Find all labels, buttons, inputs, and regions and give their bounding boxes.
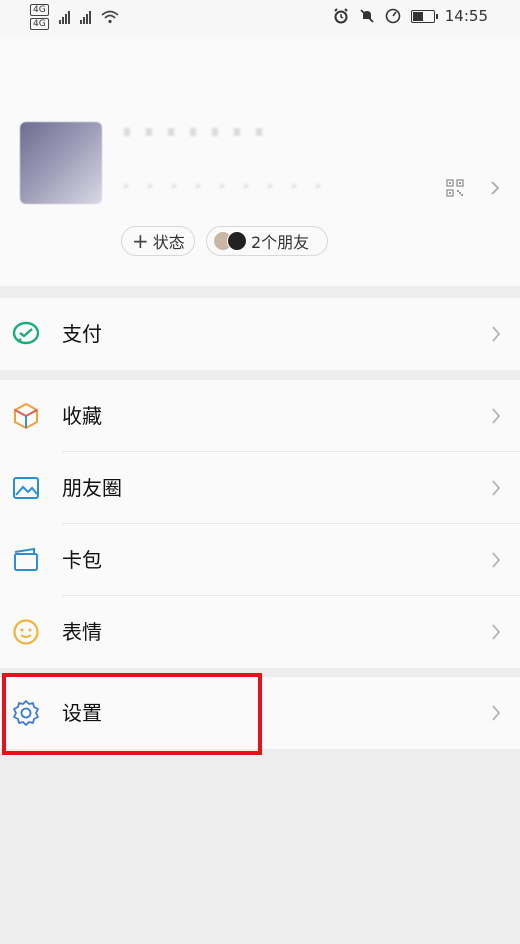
chevron-right-icon <box>492 705 501 721</box>
clock: 14:55 <box>444 7 488 25</box>
wechat-pay-icon <box>12 321 40 345</box>
chevron-right-icon <box>492 408 501 424</box>
chevron-right-icon <box>492 480 501 496</box>
add-status-button[interactable]: + 状态 <box>121 226 195 256</box>
gear-icon <box>13 700 39 726</box>
avatar[interactable] <box>20 122 102 204</box>
menu-item-settings[interactable]: 设置 <box>0 677 520 749</box>
chevron-right-icon <box>492 326 501 342</box>
settings-section: 设置 <box>0 677 520 749</box>
menu-label-cards: 卡包 <box>62 548 102 572</box>
battery-level <box>412 11 423 21</box>
card-wallet-icon <box>14 547 38 571</box>
battery-icon <box>410 9 438 23</box>
menu-item-cards[interactable]: 卡包 <box>0 524 520 596</box>
profile-header[interactable]: + 状态 2个朋友 <box>0 36 520 286</box>
mute-bell-icon <box>360 9 374 23</box>
plus-icon: + <box>132 229 149 253</box>
pay-section: 支付 <box>0 298 520 370</box>
menu-label-favorites: 收藏 <box>62 404 102 428</box>
status-left: 4G 4G <box>30 4 119 30</box>
status-bar: 4G 4G 14:55 <box>0 0 520 36</box>
friends-chip-label: 2个朋友 <box>251 233 310 252</box>
sticker-smiley-icon <box>13 619 39 645</box>
nickname-redacted <box>124 128 274 136</box>
qr-code-icon[interactable] <box>446 179 464 197</box>
menu-item-moments[interactable]: 朋友圈 <box>0 452 520 524</box>
menu-label-stickers: 表情 <box>62 620 102 644</box>
friends-status-chip[interactable]: 2个朋友 <box>206 226 328 256</box>
wifi-icon <box>101 10 119 24</box>
sim-indicators: 4G 4G <box>30 4 49 30</box>
chevron-right-icon <box>492 624 501 640</box>
status-right: 14:55 <box>333 7 488 25</box>
menu-label-pay: 支付 <box>62 322 102 346</box>
chevron-right-icon[interactable] <box>490 180 500 196</box>
menu-item-favorites[interactable]: 收藏 <box>0 380 520 452</box>
menu-label-settings: 设置 <box>62 701 102 725</box>
signal-icon <box>58 10 70 24</box>
chevron-right-icon <box>492 552 501 568</box>
signal-icon-2 <box>79 10 91 24</box>
menu-item-pay[interactable]: 支付 <box>0 298 520 370</box>
menu-item-stickers[interactable]: 表情 <box>0 596 520 668</box>
friend-avatar <box>227 231 247 251</box>
alarm-icon <box>334 8 348 24</box>
moments-photo-icon <box>13 477 39 499</box>
speed-gauge-icon <box>385 8 401 24</box>
menu-label-moments: 朋友圈 <box>62 476 122 500</box>
status-chip-label: 状态 <box>152 233 185 252</box>
wechat-id-redacted <box>124 184 324 188</box>
sim1-badge: 4G <box>30 4 49 16</box>
features-section: 收藏 朋友圈 卡包 表情 <box>0 380 520 668</box>
sim2-badge: 4G <box>30 18 49 30</box>
favorites-cube-icon <box>14 402 38 430</box>
